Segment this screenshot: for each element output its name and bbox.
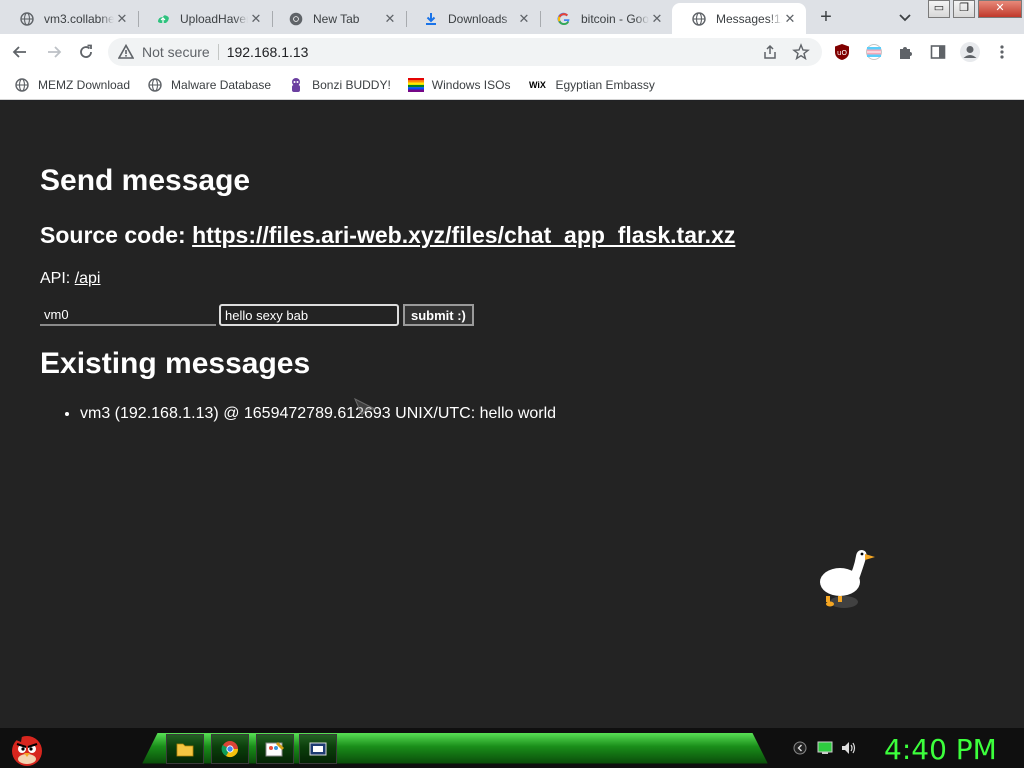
globe-icon — [14, 77, 30, 93]
tab-title: UploadHaven — [180, 11, 248, 26]
tab-title: New Tab — [313, 11, 360, 26]
window-close-button[interactable]: ✕ — [978, 0, 1022, 18]
globe-icon — [20, 11, 34, 26]
new-tab-button[interactable]: + — [814, 6, 838, 30]
media-icon — [309, 742, 327, 756]
chevron-down-icon[interactable] — [896, 8, 914, 26]
download-icon — [424, 12, 438, 26]
page-content: Send message Source code: https://files.… — [0, 101, 1024, 728]
side-panel-icon[interactable] — [926, 40, 950, 64]
forward-button[interactable] — [42, 40, 66, 64]
bookmark-bonzi-buddy[interactable]: Bonzi BUDDY! — [288, 77, 391, 93]
security-label[interactable]: Not secure — [142, 44, 210, 60]
close-icon[interactable]: ✕ — [114, 11, 130, 27]
tab-title: bitcoin - Goo — [581, 11, 649, 26]
close-icon[interactable]: ✕ — [516, 11, 532, 27]
taskbar-clock[interactable]: 4:40 PM — [884, 733, 997, 766]
google-icon — [557, 12, 571, 26]
bookmark-label: Windows ISOs — [431, 77, 511, 92]
tray-chevron-icon[interactable] — [792, 740, 808, 756]
arrow-left-icon — [12, 46, 26, 58]
tab-strip: vm3.collabne ✕ UploadHaven ✕ New Tab ✕ D… — [0, 0, 1024, 34]
arrow-right-icon — [48, 46, 62, 58]
puzzle-icon[interactable] — [894, 40, 918, 64]
tab-title: Messages!11 — [716, 11, 782, 26]
bookmark-memz[interactable]: MEMZ Download — [14, 77, 130, 93]
svg-text:uO: uO — [837, 49, 847, 57]
browser-toolbar: Not secure 192.168.1.13 uO — [0, 34, 1024, 70]
taskbar-paint[interactable] — [256, 734, 294, 764]
api-label: API: — [40, 270, 75, 287]
bookmark-egyptian-embassy[interactable]: WiX Egyptian Embassy — [527, 77, 655, 93]
bookmark-malware-database[interactable]: Malware Database — [147, 77, 271, 93]
message-input[interactable] — [219, 304, 399, 326]
address-bar[interactable]: Not secure 192.168.1.13 — [108, 38, 822, 66]
tab-messages[interactable]: Messages!11 ✕ — [672, 3, 806, 34]
reload-icon — [80, 44, 92, 58]
file-explorer-icon — [176, 743, 194, 757]
ublock-extension-icon[interactable]: uO — [830, 40, 854, 64]
bookmark-label: Egyptian Embassy — [555, 77, 655, 92]
chrome-icon — [289, 12, 303, 26]
message-list: vm3 (192.168.1.13) @ 1659472789.612693 U… — [80, 405, 556, 429]
bookmark-label: Bonzi BUDDY! — [312, 77, 391, 92]
tab-vm3[interactable]: vm3.collabne ✕ — [0, 3, 139, 34]
wix-icon: WiX — [529, 79, 546, 90]
source-code-heading: Source code: https://files.ari-web.xyz/f… — [40, 222, 735, 249]
extension-flag-icon[interactable] — [862, 40, 886, 64]
tab-bitcoin-search[interactable]: bitcoin - Goo ✕ — [537, 3, 673, 34]
bookmarks-bar: MEMZ Download Malware Database Bonzi BUD… — [0, 70, 1024, 100]
reload-button[interactable] — [74, 40, 98, 64]
network-icon[interactable] — [817, 740, 833, 756]
submit-button[interactable]: submit :) — [403, 304, 474, 326]
minimize-button[interactable]: ▭ — [928, 0, 950, 18]
api-line: API: /api — [40, 270, 100, 288]
taskbar: 4:40 PM — [0, 728, 1024, 768]
tab-new-tab[interactable]: New Tab ✕ — [269, 3, 407, 34]
windows-flag-icon — [407, 77, 424, 93]
tab-title: vm3.collabne — [44, 11, 114, 26]
name-input[interactable] — [40, 304, 216, 326]
taskbar-file-explorer[interactable] — [166, 734, 204, 764]
kebab-menu-icon[interactable] — [990, 40, 1014, 64]
source-code-label: Source code: — [40, 222, 193, 248]
page-title: Send message — [40, 164, 251, 197]
bookmark-label: Malware Database — [171, 77, 272, 92]
share-icon[interactable] — [762, 44, 778, 63]
url-text[interactable]: 192.168.1.13 — [227, 44, 309, 60]
taskbar-chrome[interactable] — [211, 734, 249, 764]
globe-icon — [692, 11, 706, 26]
tab-title: Downloads — [448, 11, 508, 26]
close-icon[interactable]: ✕ — [649, 11, 665, 27]
warning-icon[interactable] — [118, 44, 134, 60]
existing-messages-heading: Existing messages — [40, 347, 311, 380]
bookmark-label: MEMZ Download — [38, 77, 131, 92]
paint-icon — [265, 742, 284, 757]
taskbar-media[interactable] — [299, 734, 337, 764]
chrome-icon — [221, 741, 239, 758]
start-button[interactable] — [8, 728, 46, 768]
api-link[interactable]: /api — [75, 270, 101, 287]
goose-icon — [816, 546, 880, 617]
list-item: vm3 (192.168.1.13) @ 1659472789.612693 U… — [80, 405, 556, 423]
tab-downloads[interactable]: Downloads ✕ — [404, 3, 541, 34]
bookmark-windows-isos[interactable]: Windows ISOs — [407, 77, 511, 93]
bonzi-icon — [288, 77, 304, 93]
close-icon[interactable]: ✕ — [248, 11, 264, 27]
message-form: submit :) — [40, 304, 474, 326]
uploadhaven-icon — [156, 12, 170, 26]
divider — [217, 44, 219, 60]
mouse-cursor-icon — [353, 397, 377, 421]
globe-icon — [147, 77, 163, 93]
back-button[interactable] — [8, 40, 32, 64]
profile-avatar-icon[interactable] — [958, 40, 982, 64]
volume-icon[interactable] — [841, 740, 857, 756]
tab-uploadhaven[interactable]: UploadHaven ✕ — [136, 3, 273, 34]
restore-button[interactable]: ❐ — [953, 0, 975, 18]
star-icon[interactable] — [792, 43, 810, 64]
close-icon[interactable]: ✕ — [382, 11, 398, 27]
source-code-link[interactable]: https://files.ari-web.xyz/files/chat_app… — [192, 222, 735, 248]
angry-bird-icon — [12, 736, 42, 766]
close-icon[interactable]: ✕ — [782, 11, 798, 27]
